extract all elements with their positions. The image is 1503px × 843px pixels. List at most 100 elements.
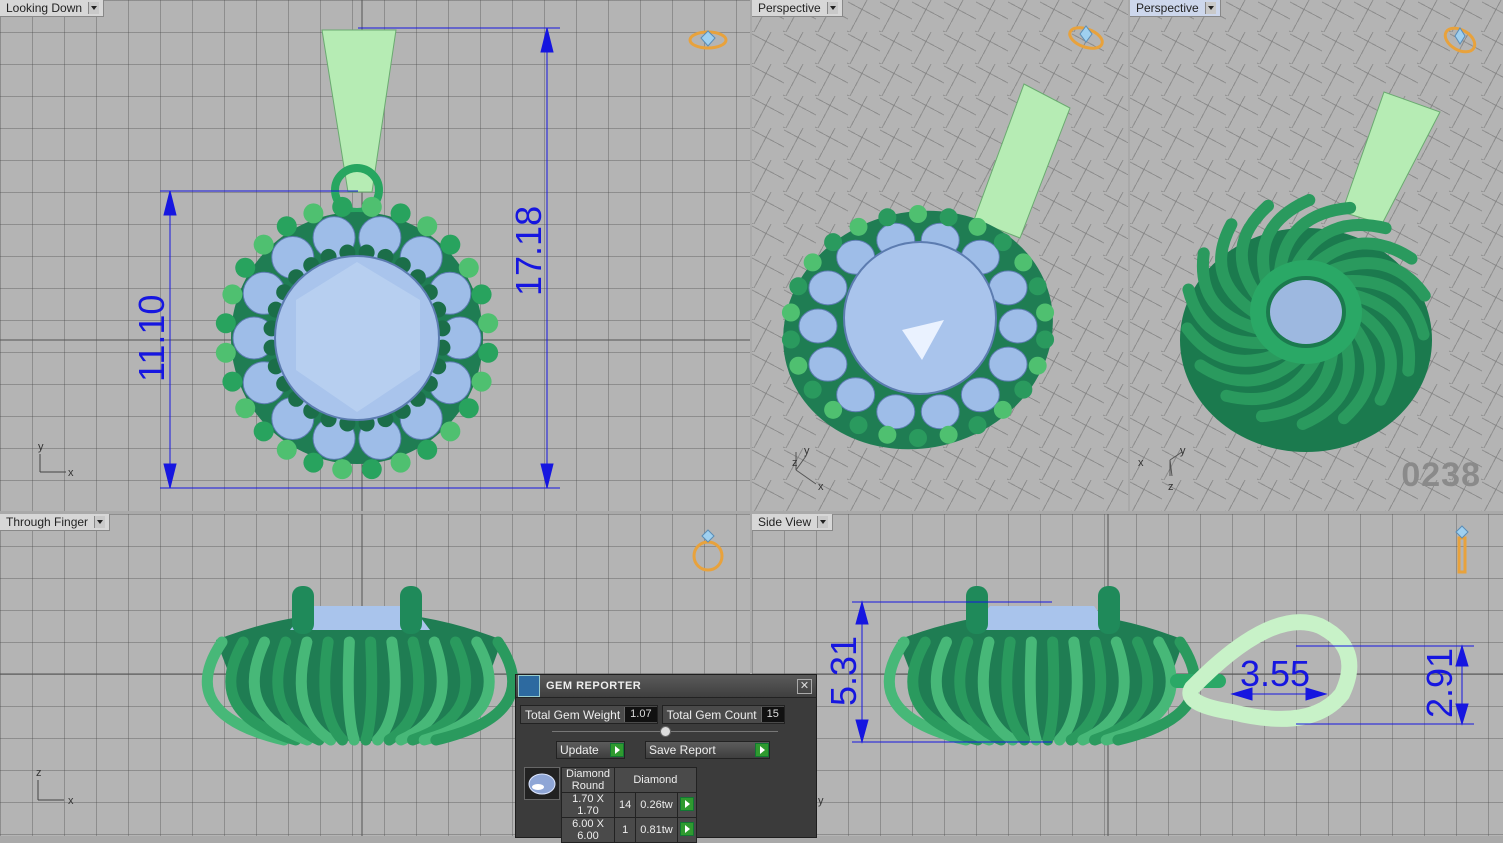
prong-bead [361, 459, 382, 480]
total-weight-value: 1.07 [624, 707, 657, 722]
diamond-icon [524, 767, 560, 800]
svg-text:z: z [792, 457, 798, 469]
prong-bead [993, 233, 1012, 252]
prong-bead [253, 421, 274, 442]
prong-bead [332, 459, 353, 480]
viewport-side-view[interactable]: Side View 5.31 3.55 2.91 y [752, 514, 1503, 836]
curl-wire [342, 636, 360, 746]
play-icon[interactable] [679, 821, 694, 836]
total-count-value: 15 [760, 707, 784, 722]
dim-depth: 5.31 [823, 636, 864, 706]
prong-bead [789, 277, 808, 296]
halo-stone [920, 394, 960, 430]
prong-bead [939, 208, 958, 227]
prong-bead [303, 452, 324, 473]
prong-bead [878, 425, 897, 444]
perspective-model-2: y x z [1138, 26, 1477, 493]
update-button[interactable]: Update [556, 741, 625, 759]
prong-bead [253, 234, 274, 255]
prong-bead [803, 380, 822, 399]
dim-bail-height: 2.91 [1419, 648, 1460, 718]
gem-reporter-logo-icon [518, 675, 540, 697]
viewport-looking-down[interactable]: Looking Down 11.10 17.18 y x [0, 0, 750, 511]
prong-bead [215, 342, 236, 363]
gem-reporter-panel: GEM REPORTER ✕ Total Gem Weight 1.07 Tot… [515, 674, 817, 843]
halo-stone [808, 346, 848, 382]
panel-slider[interactable] [552, 726, 778, 737]
halo-stone [876, 394, 916, 430]
prong-bead [276, 439, 297, 460]
prong-bead [471, 371, 492, 392]
prong-bead [1028, 277, 1047, 296]
save-report-button[interactable]: Save Report [645, 741, 770, 759]
prong-bead [849, 416, 868, 435]
prong-bead [361, 196, 382, 217]
dim-height-total: 17.18 [508, 206, 549, 296]
prong-bead [458, 257, 479, 278]
prong-bead [789, 356, 808, 375]
prong-bead [968, 416, 987, 435]
prong-bead [1028, 356, 1047, 375]
prong-bead [222, 284, 243, 305]
prong-bead [417, 216, 438, 237]
prong-bead [471, 284, 492, 305]
total-weight-field: Total Gem Weight 1.07 [520, 705, 658, 724]
halo-stone [988, 346, 1028, 382]
halo-stone [808, 270, 848, 306]
play-icon[interactable] [610, 743, 624, 757]
prong-bead [1036, 303, 1055, 322]
prong-bead [1014, 253, 1033, 272]
col-header-type: Diamond [614, 767, 697, 793]
panel-title: GEM REPORTER [546, 680, 642, 692]
svg-text:y: y [818, 795, 824, 807]
play-icon[interactable] [679, 796, 694, 811]
prong-bead [1014, 380, 1033, 399]
total-count-label: Total Gem Count [666, 707, 757, 722]
gem-weight: 0.26tw [635, 792, 678, 818]
prong-bead [390, 452, 411, 473]
svg-text:x: x [818, 481, 824, 493]
svg-text:y: y [1180, 445, 1186, 457]
prong-bead [909, 429, 927, 447]
prong-bead [993, 400, 1012, 419]
axis-x-label: x [68, 467, 74, 479]
slider-knob[interactable] [660, 726, 671, 737]
halo-stone [998, 308, 1038, 344]
play-icon[interactable] [755, 743, 769, 757]
prong-bead [332, 196, 353, 217]
total-weight-label: Total Gem Weight [525, 707, 621, 722]
ring-icon [688, 30, 728, 50]
gem-size: 1.70 X 1.70 [560, 792, 616, 818]
total-count-field: Total Gem Count 15 [661, 705, 785, 724]
viewport-perspective-1[interactable]: Perspective y z x [752, 0, 1128, 511]
prong-bead [781, 330, 800, 349]
prong-bead [440, 421, 461, 442]
gem-reporter-titlebar[interactable]: GEM REPORTER ✕ [516, 675, 816, 698]
prong-bead [478, 342, 499, 363]
prong-bead [215, 313, 236, 334]
halo-stone [836, 377, 876, 413]
prong-bead [909, 205, 927, 223]
col-header-shape: Diamond Round [560, 767, 616, 793]
dim-height-main: 11.10 [131, 295, 172, 382]
prong-bead [824, 400, 843, 419]
prong-bead [417, 439, 438, 460]
gem-size: 6.00 X 6.00 [560, 817, 616, 843]
prong-bead [824, 233, 843, 252]
viewport-perspective-2[interactable]: Perspective y x z 0238 [1130, 0, 1503, 511]
prong-bead [458, 398, 479, 419]
prong-bead [222, 371, 243, 392]
dim-bail-width: 3.55 [1240, 653, 1310, 694]
halo-stone [798, 308, 838, 344]
svg-text:x: x [1138, 457, 1144, 469]
prong-bead [803, 253, 822, 272]
close-icon[interactable]: ✕ [797, 678, 812, 694]
perspective-model-1: y z x [781, 25, 1104, 493]
prong-bead [939, 425, 958, 444]
prong-bead [390, 203, 411, 224]
svg-text:y: y [804, 445, 810, 457]
update-label: Update [560, 743, 599, 757]
table-row: 6.00 X 6.00 1 0.81tw [560, 817, 697, 843]
prong-bead [849, 217, 868, 236]
prong-bead [276, 216, 297, 237]
